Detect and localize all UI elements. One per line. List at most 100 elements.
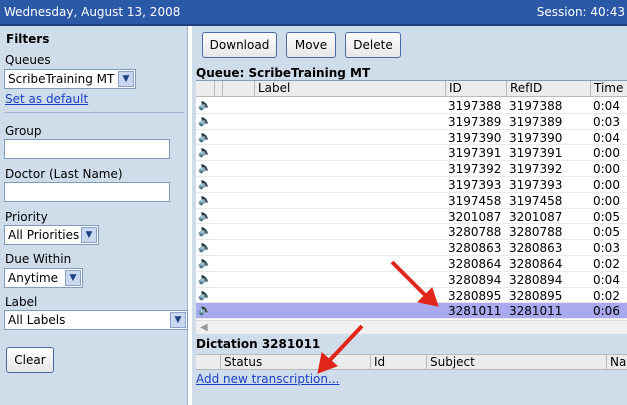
cell-id: 3280895 <box>448 288 502 303</box>
cell-time: 0:02 <box>593 288 620 303</box>
queues-label: Queues <box>5 53 51 67</box>
set-as-default-link[interactable]: Set as default <box>5 92 88 106</box>
col-id-text: ID <box>449 81 462 95</box>
filters-title: Filters <box>6 32 50 46</box>
download-button[interactable]: Download <box>202 32 277 58</box>
move-button[interactable]: Move <box>286 32 336 58</box>
dictation-table: Status Id Subject Na Add new transcripti… <box>196 352 627 405</box>
speaker-icon[interactable]: 🔈 <box>198 209 212 223</box>
divider <box>4 112 184 113</box>
group-input[interactable] <box>4 139 170 159</box>
col-label[interactable]: Label <box>254 81 290 96</box>
table-row[interactable]: 🔈 3280863 3280863 0:03 <box>196 240 627 256</box>
due-within-select-value: Anytime <box>8 271 59 285</box>
cell-time: 0:04 <box>593 130 620 145</box>
cell-refid: 3280895 <box>509 288 563 303</box>
table-row[interactable]: 🔈 3280864 3280864 0:02 <box>196 256 627 272</box>
cell-refid: 3280894 <box>509 272 563 287</box>
table-row[interactable]: 🔈 3280894 3280894 0:04 <box>196 272 627 288</box>
clear-button[interactable]: Clear <box>6 347 54 373</box>
speaker-icon[interactable]: 🔈 <box>198 272 212 286</box>
table-row[interactable]: 🔈 3197392 3197392 0:00 <box>196 161 627 177</box>
cell-id: 3281011 <box>448 304 502 319</box>
doctor-label: Doctor (Last Name) <box>5 167 123 181</box>
queues-select[interactable]: ScribeTraining MT ▼ <box>4 69 136 89</box>
table-row[interactable]: 🔈 3197390 3197390 0:04 <box>196 130 627 146</box>
dictation-title: Dictation 3281011 <box>196 337 321 351</box>
queue-title: Queue: ScribeTraining MT <box>196 66 371 80</box>
cell-time: 0:03 <box>593 241 620 256</box>
col-id[interactable]: ID <box>445 81 506 96</box>
add-new-transcription-link[interactable]: Add new transcription... <box>196 372 339 386</box>
due-within-select[interactable]: Anytime ▼ <box>4 268 83 288</box>
speaker-icon[interactable]: 🔈 <box>198 303 212 317</box>
col-dict-id[interactable]: Id <box>370 355 426 369</box>
table-row[interactable]: 🔈 3197458 3197458 0:00 <box>196 193 627 209</box>
cell-id: 3280894 <box>448 272 502 287</box>
due-within-label: Due Within <box>5 252 72 266</box>
speaker-icon[interactable]: 🔈 <box>198 224 212 238</box>
col-subject[interactable]: Subject <box>426 355 606 369</box>
speaker-icon[interactable]: 🔈 <box>198 161 212 175</box>
speaker-icon[interactable]: 🔈 <box>198 256 212 270</box>
table-row[interactable]: 🔈 3197389 3197389 0:03 <box>196 114 627 130</box>
delete-button[interactable]: Delete <box>345 32 401 58</box>
table-row[interactable]: 🔈 3280895 3280895 0:02 <box>196 288 627 304</box>
cell-refid: 3197458 <box>509 193 563 208</box>
cell-refid: 3197389 <box>509 114 563 129</box>
cell-refid: 3201087 <box>509 209 563 224</box>
speaker-icon[interactable]: 🔈 <box>198 177 212 191</box>
priority-select-value: All Priorities <box>8 228 80 242</box>
speaker-icon[interactable]: 🔈 <box>198 288 212 302</box>
cell-refid: 3280863 <box>509 241 563 256</box>
table-row[interactable]: 🔈 3197388 3197388 0:04 <box>196 98 627 114</box>
queues-select-value: ScribeTraining MT <box>8 72 115 86</box>
col-status-text: Status <box>224 355 263 369</box>
cell-id: 3197392 <box>448 162 502 177</box>
col-time-text: Time <box>594 81 624 95</box>
cell-time: 0:05 <box>593 209 620 224</box>
cell-refid: 3197391 <box>509 146 563 161</box>
col-flag <box>214 81 222 96</box>
speaker-icon[interactable]: 🔈 <box>198 193 212 207</box>
table-row[interactable]: 🔈 3197391 3197391 0:00 <box>196 145 627 162</box>
chevron-down-icon[interactable]: ▼ <box>65 270 81 286</box>
table-row[interactable]: 🔈 3281011 3281011 0:06 <box>196 303 627 320</box>
cell-time: 0:05 <box>593 225 620 240</box>
chevron-down-icon[interactable]: ▼ <box>118 71 134 87</box>
cell-time: 0:03 <box>593 114 620 129</box>
label-select[interactable]: All Labels ▼ <box>4 310 188 330</box>
speaker-icon[interactable]: 🔈 <box>198 130 212 144</box>
table-row[interactable]: 🔈 3201087 3201087 0:05 <box>196 209 627 225</box>
col-time[interactable]: Time <box>590 81 627 96</box>
chevron-down-icon[interactable]: ▼ <box>81 227 97 243</box>
col-status[interactable]: Status <box>220 355 370 369</box>
filters-panel: Filters Queues ScribeTraining MT ▼ Set a… <box>0 26 188 405</box>
priority-select[interactable]: All Priorities ▼ <box>4 225 99 245</box>
cell-time: 0:04 <box>593 99 620 113</box>
dictation-table-header: Status Id Subject Na <box>196 354 627 370</box>
col-refid[interactable]: RefID <box>506 81 590 96</box>
cell-id: 3197391 <box>448 146 502 161</box>
cell-time: 0:00 <box>593 178 620 192</box>
col-na-text: Na <box>610 355 627 369</box>
cell-id: 3197390 <box>448 130 502 145</box>
cell-id: 3201087 <box>448 209 502 224</box>
col-label-text: Label <box>258 81 291 95</box>
queue-table-header: Label ID RefID Time <box>196 81 627 97</box>
speaker-icon[interactable]: 🔈 <box>198 240 212 254</box>
chevron-down-icon[interactable]: ▼ <box>170 312 186 328</box>
speaker-icon[interactable]: 🔈 <box>198 145 212 159</box>
col-na[interactable]: Na <box>606 355 627 369</box>
label-select-value: All Labels <box>8 313 66 327</box>
horizontal-scrollbar[interactable]: ◀ <box>196 320 627 334</box>
doctor-input[interactable] <box>4 182 170 202</box>
cell-id: 3197388 <box>448 99 502 113</box>
scroll-left-icon[interactable]: ◀ <box>200 321 208 334</box>
cell-refid: 3197388 <box>509 99 563 113</box>
speaker-icon[interactable]: 🔈 <box>198 114 212 128</box>
table-row[interactable]: 🔈 3280788 3280788 0:05 <box>196 224 627 241</box>
speaker-icon[interactable]: 🔈 <box>198 98 212 112</box>
label-filter-label: Label <box>5 295 38 309</box>
table-row[interactable]: 🔈 3197393 3197393 0:00 <box>196 177 627 193</box>
